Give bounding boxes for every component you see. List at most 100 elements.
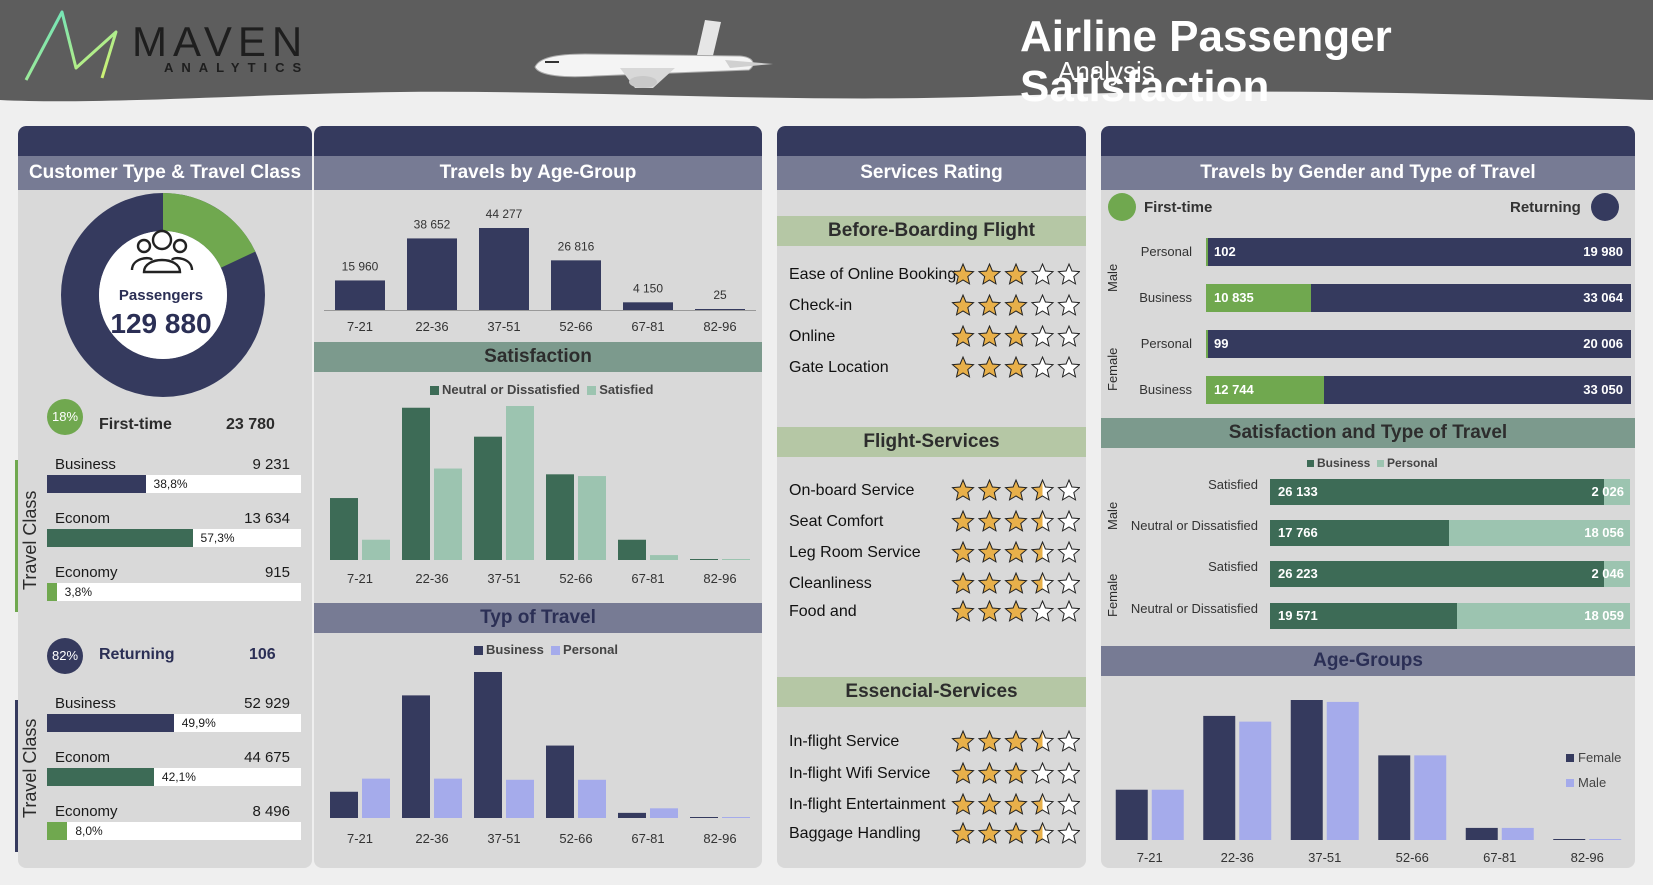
star-rating-icon — [951, 729, 1080, 752]
type-travel-legend: Business Personal — [474, 642, 618, 657]
bar-22-36-0 — [407, 238, 457, 310]
bar-value-label: 26 816 — [558, 239, 595, 253]
bar-37-51-0 — [474, 672, 502, 818]
first-time-label: First-time — [99, 416, 172, 433]
legend-first-time-label: First-time — [1144, 199, 1213, 216]
tick-label: 7-21 — [347, 831, 373, 846]
type-of-travel-title: Typ of Travel — [314, 603, 762, 633]
tick-label: 52-66 — [559, 319, 592, 334]
class-value: 8 496 — [252, 803, 290, 820]
bar-22-36-1 — [434, 468, 462, 560]
tick-label: 22-36 — [415, 571, 448, 586]
sat-male-label: Male — [1105, 501, 1120, 530]
sat-row-label: Satisfied — [1208, 559, 1258, 574]
class-bar-fill — [47, 583, 57, 601]
class-bar-fill — [47, 768, 154, 786]
bar-22-36-1 — [1239, 721, 1272, 840]
travel-class-label-first: Travel Class — [20, 490, 40, 590]
logo-subtitle: ANALYTICS — [164, 60, 310, 75]
class-name: Econom — [55, 510, 111, 527]
class-value: 52 929 — [244, 695, 290, 712]
business-value: 26 133 — [1278, 484, 1318, 499]
service-label: Online — [789, 328, 836, 345]
row-label: Business — [1139, 382, 1192, 397]
class-name: Business — [55, 695, 116, 712]
page-subtitle: Analysis — [1058, 56, 1155, 86]
tick-label: 37-51 — [1308, 850, 1341, 865]
tick-label: 82-96 — [703, 319, 736, 334]
tick-label: 67-81 — [631, 831, 664, 846]
business-bar — [1270, 561, 1604, 587]
business-value: 19 571 — [1278, 608, 1318, 623]
bar-37-51-0 — [479, 228, 529, 310]
service-label: Cleanliness — [789, 575, 872, 592]
bar-52-66-1 — [578, 779, 606, 818]
sat-row-label: Neutral or Dissatisfied — [1130, 601, 1258, 616]
satisfaction-title: Satisfaction — [314, 342, 762, 372]
bar-52-66-1 — [578, 476, 606, 560]
service-label: Seat Comfort — [789, 513, 884, 530]
bar-37-51-0 — [1290, 700, 1323, 840]
star-rating-icon — [951, 761, 1080, 784]
gender-title: Travels by Gender and Type of Travel — [1101, 156, 1635, 190]
business-value: 26 223 — [1278, 566, 1318, 581]
returning-label: Returning — [99, 646, 175, 663]
personal-value: 2 026 — [1591, 484, 1624, 499]
class-pct: 42,1% — [161, 770, 196, 784]
returning-value: 20 006 — [1583, 336, 1623, 351]
bar-7-21-0 — [330, 791, 358, 818]
bar-37-51-1 — [1326, 701, 1359, 840]
bar-7-21-1 — [1151, 789, 1184, 840]
class-pct: 3,8% — [64, 585, 92, 599]
class-bar-fill — [47, 822, 68, 840]
class-bar-fill — [47, 714, 174, 732]
tick-label: 67-81 — [1483, 850, 1516, 865]
star-rating-icon — [951, 792, 1080, 815]
class-bar-fill — [47, 529, 193, 547]
first-time-value: 12 744 — [1214, 382, 1254, 397]
travel-class-label-returning: Travel Class — [20, 718, 40, 818]
bar-7-21-1 — [362, 539, 390, 560]
class-value: 915 — [264, 564, 290, 581]
row-label: Personal — [1140, 244, 1192, 259]
satisfaction-legend: Neutral or Dissatisfied Satisfied — [430, 382, 653, 397]
legend-business: Business — [486, 642, 544, 657]
age-group-title: Travels by Age-Group — [314, 156, 762, 190]
gender-male-label: Male — [1105, 263, 1120, 292]
bar-22-36-0 — [402, 695, 430, 818]
tick-label: 82-96 — [703, 571, 736, 586]
personal-value: 2 046 — [1591, 566, 1624, 581]
tick-label: 52-66 — [1396, 850, 1429, 865]
tick-label: 52-66 — [559, 831, 592, 846]
tick-label: 37-51 — [487, 831, 520, 846]
sat-row-label: Neutral or Dissatisfied — [1130, 518, 1258, 533]
tick-label: 37-51 — [487, 571, 520, 586]
bar-67-81-0 — [623, 302, 673, 310]
logo-wordmark: MAVEN — [132, 18, 309, 65]
service-label: In-flight Entertainment — [789, 796, 946, 813]
star-rating-icon — [951, 262, 1080, 285]
bar-37-51-1 — [506, 779, 534, 818]
legend-personal: Personal — [563, 642, 618, 657]
class-name: Economy — [55, 803, 118, 820]
first-time-pct-badge: 18% — [47, 399, 83, 435]
donut-label: Passengers — [118, 287, 204, 304]
bar-52-66-0 — [546, 745, 574, 818]
bar-82-96-0 — [690, 559, 718, 560]
tick-label: 37-51 — [487, 319, 520, 334]
star-rating-icon — [951, 571, 1080, 594]
sat-row-label: Satisfied — [1208, 477, 1258, 492]
bar-67-81-1 — [650, 808, 678, 818]
legend-swatch — [1566, 754, 1574, 762]
sat-female-label: Female — [1105, 573, 1120, 617]
first-time-value: 99 — [1214, 336, 1229, 351]
legend-swatch — [1566, 779, 1574, 787]
tick-label: 22-36 — [415, 831, 448, 846]
tick-label: 82-96 — [703, 831, 736, 846]
class-name: Business — [55, 456, 116, 473]
star-rating-icon — [951, 355, 1080, 378]
service-label: Food and — [789, 603, 857, 620]
maven-logo-icon — [24, 10, 118, 81]
returning-value: 33 064 — [1583, 290, 1623, 305]
personal-value: 18 059 — [1584, 608, 1624, 623]
